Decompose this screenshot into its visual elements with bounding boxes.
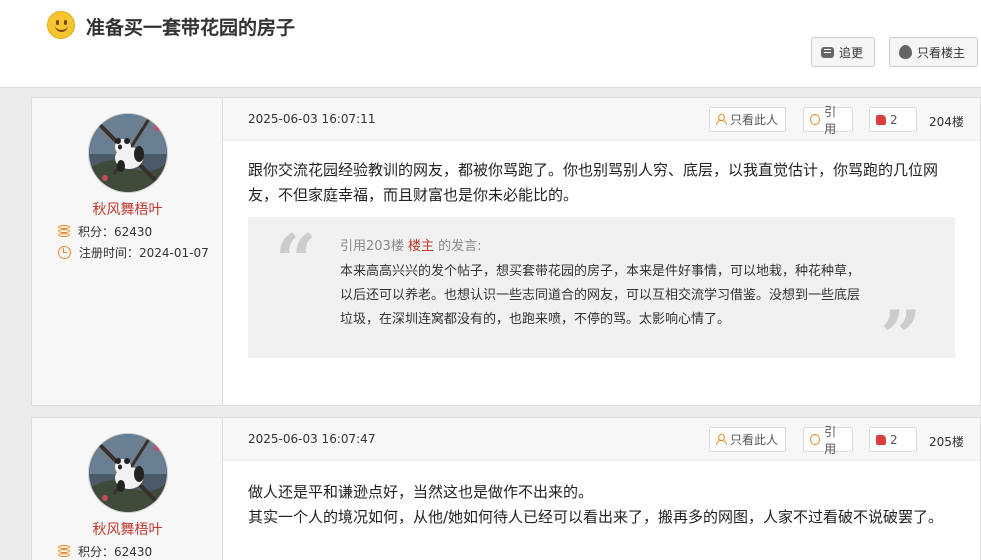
person-icon [716, 434, 727, 445]
floor-number: 205楼 [929, 435, 964, 449]
coins-icon [58, 545, 70, 558]
points-value: 62430 [114, 545, 153, 559]
user-sidebar: 秋风舞梧叶 积分：62430 [32, 418, 223, 560]
chat-icon [821, 46, 834, 58]
follow-label: 追更 [839, 45, 864, 60]
post-date: 2025-06-03 16:07:47 [248, 432, 376, 446]
points-value: 62430 [114, 225, 153, 239]
points-label: 积分： [78, 225, 115, 239]
post-date: 2025-06-03 16:07:11 [248, 112, 376, 126]
quote-bubble-icon [810, 114, 821, 125]
quote-suffix: 的发言: [438, 239, 482, 254]
only-this-user-button[interactable]: 只看此人 [709, 427, 786, 452]
only-this-user-button[interactable]: 只看此人 [709, 107, 786, 132]
quote-button[interactable]: 引用 [803, 105, 853, 136]
thumbs-up-icon [876, 114, 886, 125]
quote-label: 引用 [824, 424, 837, 456]
floor-number: 204楼 [929, 115, 964, 129]
follow-button[interactable]: 追更 [811, 37, 875, 67]
quote-label: 引用 [824, 104, 837, 136]
username[interactable]: 秋风舞梧叶 [32, 519, 223, 539]
like-button[interactable]: 2 [869, 427, 917, 452]
post: 秋风舞梧叶 积分：62430 2025-06-03 16:07:47 只看此人 … [31, 417, 981, 560]
post-text: 做人还是平和谦逊点好，当然这也是做作不出来的。 其实一个人的境况如何，从他/她如… [248, 480, 960, 530]
post-meta: 2025-06-03 16:07:11 只看此人 引用 2 204楼 [223, 98, 980, 141]
points-stat: 积分：62430 [58, 223, 152, 240]
points-stat: 积分：62430 [58, 543, 152, 560]
post-text-line: 做人还是平和谦逊点好，当然这也是做作不出来的。 [248, 483, 594, 501]
only-owner-button[interactable]: 只看楼主 [889, 37, 978, 67]
like-count: 2 [890, 112, 898, 127]
quote-button[interactable]: 引用 [803, 425, 853, 456]
points-label: 积分： [78, 545, 115, 559]
smiley-icon [47, 11, 75, 39]
avatar[interactable] [88, 113, 168, 193]
clock-icon [58, 246, 71, 259]
post-main: 2025-06-03 16:07:11 只看此人 引用 2 204楼 跟你交流花… [223, 98, 980, 405]
like-button[interactable]: 2 [869, 107, 917, 132]
post-meta: 2025-06-03 16:07:47 只看此人 引用 2 205楼 [223, 418, 980, 461]
only-this-user-label: 只看此人 [730, 113, 779, 127]
post: 秋风舞梧叶 积分：62430 注册时间：2024-01-07 2025-06-0… [31, 97, 981, 406]
avatar[interactable] [88, 433, 168, 513]
quote-author[interactable]: 楼主 [408, 239, 434, 254]
thread-header: 准备买一套带花园的房子 追更 只看楼主 [0, 0, 981, 88]
quote-block: “ 引用203楼 楼主 的发言: 本来高高兴兴的发个帖子，想买套带花园的房子，本… [248, 217, 955, 373]
user-sidebar: 秋风舞梧叶 积分：62430 注册时间：2024-01-07 [32, 98, 223, 405]
thumbs-up-icon [876, 434, 886, 445]
reg-label: 注册时间： [79, 246, 140, 260]
reg-stat: 注册时间：2024-01-07 [58, 244, 209, 261]
close-quote-icon: ” [880, 294, 922, 379]
reg-date: 2024-01-07 [139, 246, 209, 260]
like-count: 2 [890, 432, 898, 447]
post-text-line: 其实一个人的境况如何，从他/她如何待人已经可以看出来了，搬再多的网图，人家不过看… [248, 508, 944, 526]
only-owner-label: 只看楼主 [917, 45, 966, 60]
username[interactable]: 秋风舞梧叶 [32, 199, 223, 219]
post-text: 跟你交流花园经验教训的网友，都被你骂跑了。你也别骂别人穷、底层，以我直觉估计，你… [248, 161, 939, 204]
person-icon [716, 114, 727, 125]
quote-bubble-icon [810, 434, 821, 445]
drop-icon [899, 45, 912, 59]
thread-title: 准备买一套带花园的房子 [86, 17, 296, 39]
quote-header: 引用203楼 楼主 的发言: [340, 235, 482, 254]
only-this-user-label: 只看此人 [730, 433, 779, 447]
quote-text: 本来高高兴兴的发个帖子，想买套带花园的房子，本来是件好事情，可以地栽，种花种草，… [340, 264, 861, 327]
open-quote-icon: “ [275, 218, 317, 303]
quote-prefix: 引用203楼 [340, 239, 404, 254]
post-main: 2025-06-03 16:07:47 只看此人 引用 2 205楼 做人还是平… [223, 418, 980, 560]
coins-icon [58, 225, 70, 238]
